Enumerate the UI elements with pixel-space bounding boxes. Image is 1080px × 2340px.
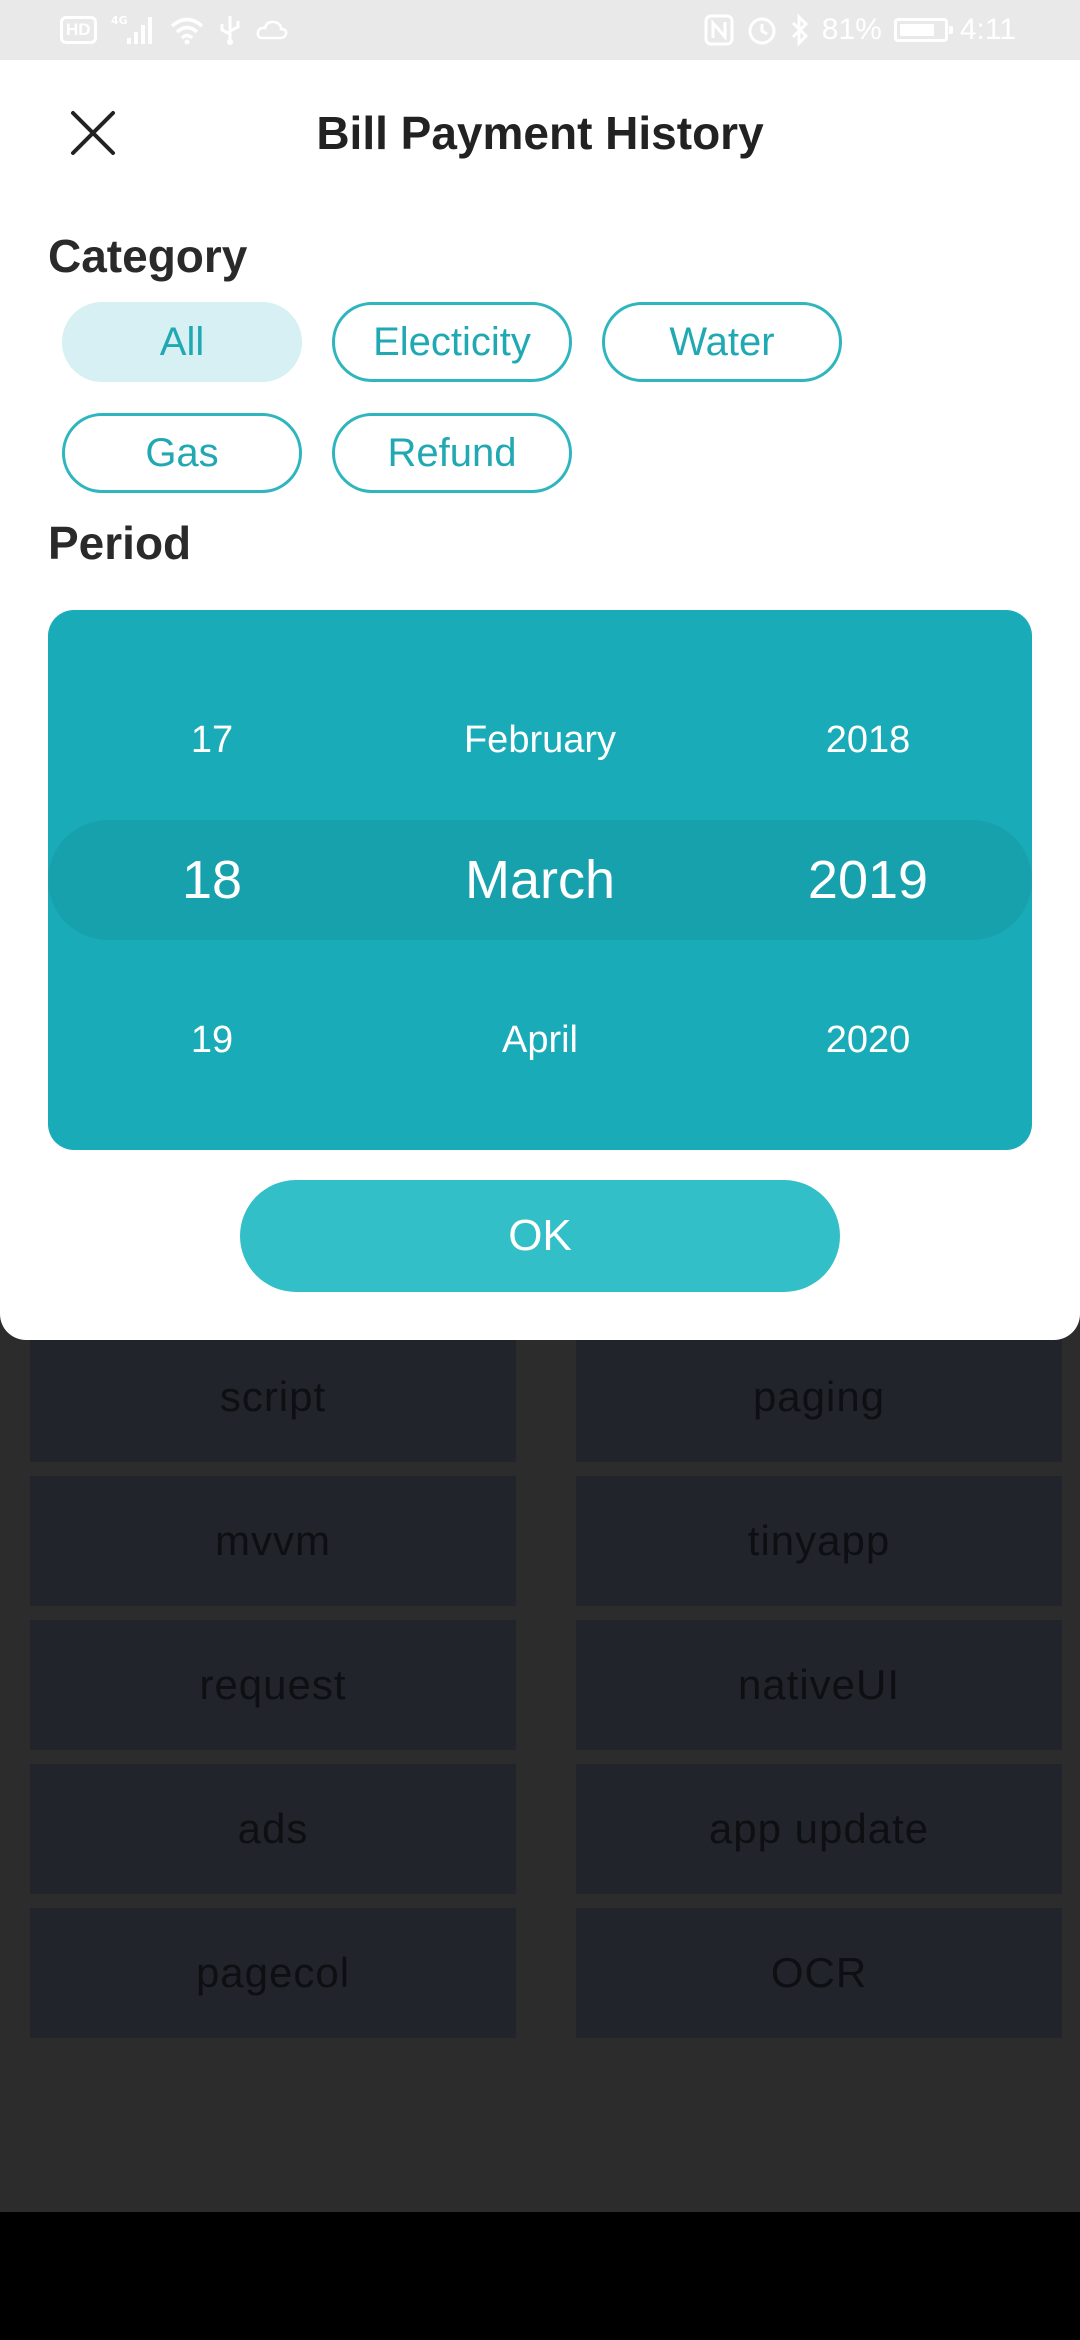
wifi-icon: [169, 15, 205, 45]
grid-tile: tinyapp: [576, 1476, 1062, 1606]
category-label: Category: [48, 230, 248, 282]
grid-tile: script: [30, 1332, 516, 1462]
alarm-icon: [746, 14, 778, 46]
usb-icon: [219, 14, 241, 46]
clock: 4:11: [959, 13, 1016, 46]
battery-percent: 81%: [821, 13, 882, 46]
picker-day-prev[interactable]: 17: [48, 710, 376, 770]
cloud-icon: [255, 18, 289, 42]
category-chip-all[interactable]: All: [62, 302, 302, 382]
system-nav-bar: [0, 2212, 1080, 2340]
dialog-title: Bill Payment History: [316, 107, 764, 159]
nfc-icon: [704, 14, 734, 46]
battery-icon: [893, 18, 953, 42]
grid-tile: request: [30, 1620, 516, 1750]
grid-tile: mvvm: [30, 1476, 516, 1606]
grid-tile: paging: [576, 1332, 1062, 1462]
bluetooth-icon: [790, 14, 810, 46]
picker-year-prev[interactable]: 2018: [704, 710, 1032, 770]
picker-month-prev[interactable]: February: [376, 710, 704, 770]
picker-day-current[interactable]: 18: [48, 840, 376, 920]
grid-tile: ads: [30, 1764, 516, 1894]
category-chip-gas[interactable]: Gas: [62, 413, 302, 493]
signal-icon: 4G: [111, 14, 155, 46]
picker-month-next[interactable]: April: [376, 1010, 704, 1070]
battery-fill: [899, 24, 934, 36]
picker-year-column[interactable]: 2018 2019 2020: [704, 610, 1032, 1150]
period-label: Period: [48, 517, 192, 569]
picker-day-next[interactable]: 19: [48, 1010, 376, 1070]
period-picker[interactable]: 17 18 19 February March April 2018 2019 …: [48, 610, 1032, 1150]
grid-tile: app update: [576, 1764, 1062, 1894]
status-left: HD 4G: [60, 12, 289, 48]
picker-month-current[interactable]: March: [376, 840, 704, 920]
bill-history-dialog: Bill Payment History Category All Electi…: [0, 60, 1080, 1340]
grid-tile: pagecol: [30, 1908, 516, 2038]
hd-badge: HD: [60, 16, 97, 44]
picker-month-column[interactable]: February March April: [376, 610, 704, 1150]
status-right: 81% 4:11: [704, 12, 1016, 48]
ok-button[interactable]: OK: [240, 1180, 840, 1292]
picker-year-next[interactable]: 2020: [704, 1010, 1032, 1070]
category-chip-refund[interactable]: Refund: [332, 413, 572, 493]
status-bar: HD 4G 81% 4:11: [0, 0, 1080, 60]
picker-year-current[interactable]: 2019: [704, 840, 1032, 920]
picker-day-column[interactable]: 17 18 19: [48, 610, 376, 1150]
background-grid: script paging mvvm tinyapp request nativ…: [30, 1332, 1062, 2038]
category-chip-electricity[interactable]: Electicity: [332, 302, 572, 382]
grid-tile: OCR: [576, 1908, 1062, 2038]
grid-tile: nativeUI: [576, 1620, 1062, 1750]
network-type-label: 4G: [111, 14, 128, 27]
category-chip-water[interactable]: Water: [602, 302, 842, 382]
